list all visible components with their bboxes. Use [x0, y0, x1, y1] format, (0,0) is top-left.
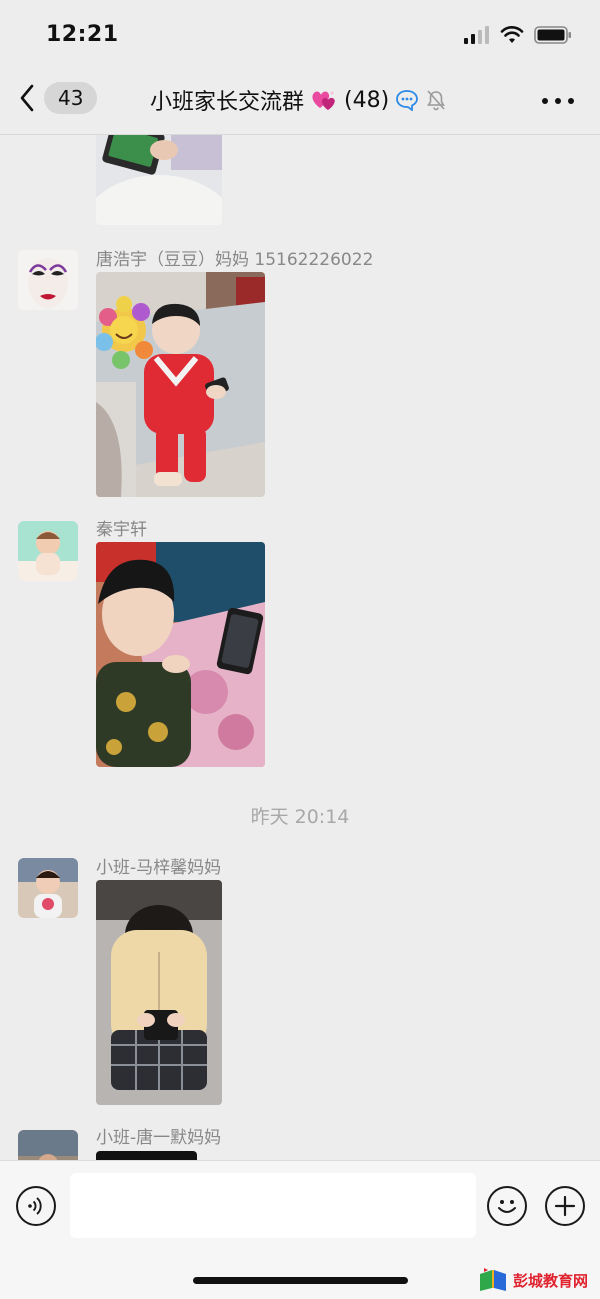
avatar[interactable] — [18, 250, 78, 310]
sender-name: 唐浩宇（豆豆）妈妈 15162226022 — [96, 250, 374, 270]
chevron-left-icon — [20, 84, 34, 112]
status-bar: 12:21 — [0, 0, 600, 70]
watermark-text: 彭城教育网 — [513, 1271, 589, 1290]
chat-timestamp: 昨天 20:14 — [250, 806, 350, 828]
message-list[interactable]: 唐浩宇（豆豆）妈妈 15162226022 秦宇轩 昨天 20:14 小班-马梓… — [0, 135, 600, 1160]
avatar[interactable] — [18, 858, 78, 918]
back-button[interactable]: 43 — [18, 82, 98, 114]
message-photo[interactable] — [96, 135, 222, 225]
site-watermark: 彭城教育网 — [478, 1268, 588, 1292]
status-time: 12:21 — [46, 22, 119, 47]
sender-name: 小班-马梓馨妈妈 — [96, 858, 222, 878]
message-photo[interactable] — [96, 272, 265, 497]
sender-name: 秦宇轩 — [96, 520, 147, 540]
battery-icon — [534, 26, 571, 44]
book-logo-icon — [480, 1268, 506, 1291]
chat-header: 43 小班家长交流群 (48) — [0, 70, 600, 135]
avatar[interactable] — [18, 521, 78, 581]
voice-button[interactable] — [16, 1186, 56, 1226]
member-count: (48) — [344, 87, 390, 113]
chat-bubble-icon — [396, 90, 419, 111]
message-photo[interactable] — [96, 880, 222, 1105]
heart-emoji-icon — [312, 91, 335, 110]
home-indicator[interactable] — [193, 1277, 408, 1284]
more-icon — [542, 98, 548, 104]
emoji-icon — [498, 1200, 516, 1213]
signal-icon — [464, 26, 489, 44]
more-actions-button[interactable] — [545, 1186, 585, 1226]
voice-icon — [28, 1197, 42, 1215]
sender-name: 小班-唐一默妈妈 — [96, 1128, 222, 1148]
plus-icon — [554, 1195, 576, 1217]
status-icons — [464, 26, 572, 44]
message-photo[interactable] — [96, 542, 265, 767]
avatar[interactable] — [18, 1130, 78, 1160]
message-photo[interactable] — [96, 1151, 197, 1160]
wifi-icon — [500, 26, 524, 43]
chat-title[interactable]: 小班家长交流群 (48) — [150, 84, 450, 116]
mute-bell-icon — [427, 90, 446, 111]
more-button[interactable] — [542, 98, 574, 104]
unread-count-badge: 43 — [44, 82, 98, 114]
emoji-button[interactable] — [487, 1186, 527, 1226]
group-name: 小班家长交流群 — [150, 90, 305, 115]
message-input[interactable] — [70, 1173, 476, 1238]
